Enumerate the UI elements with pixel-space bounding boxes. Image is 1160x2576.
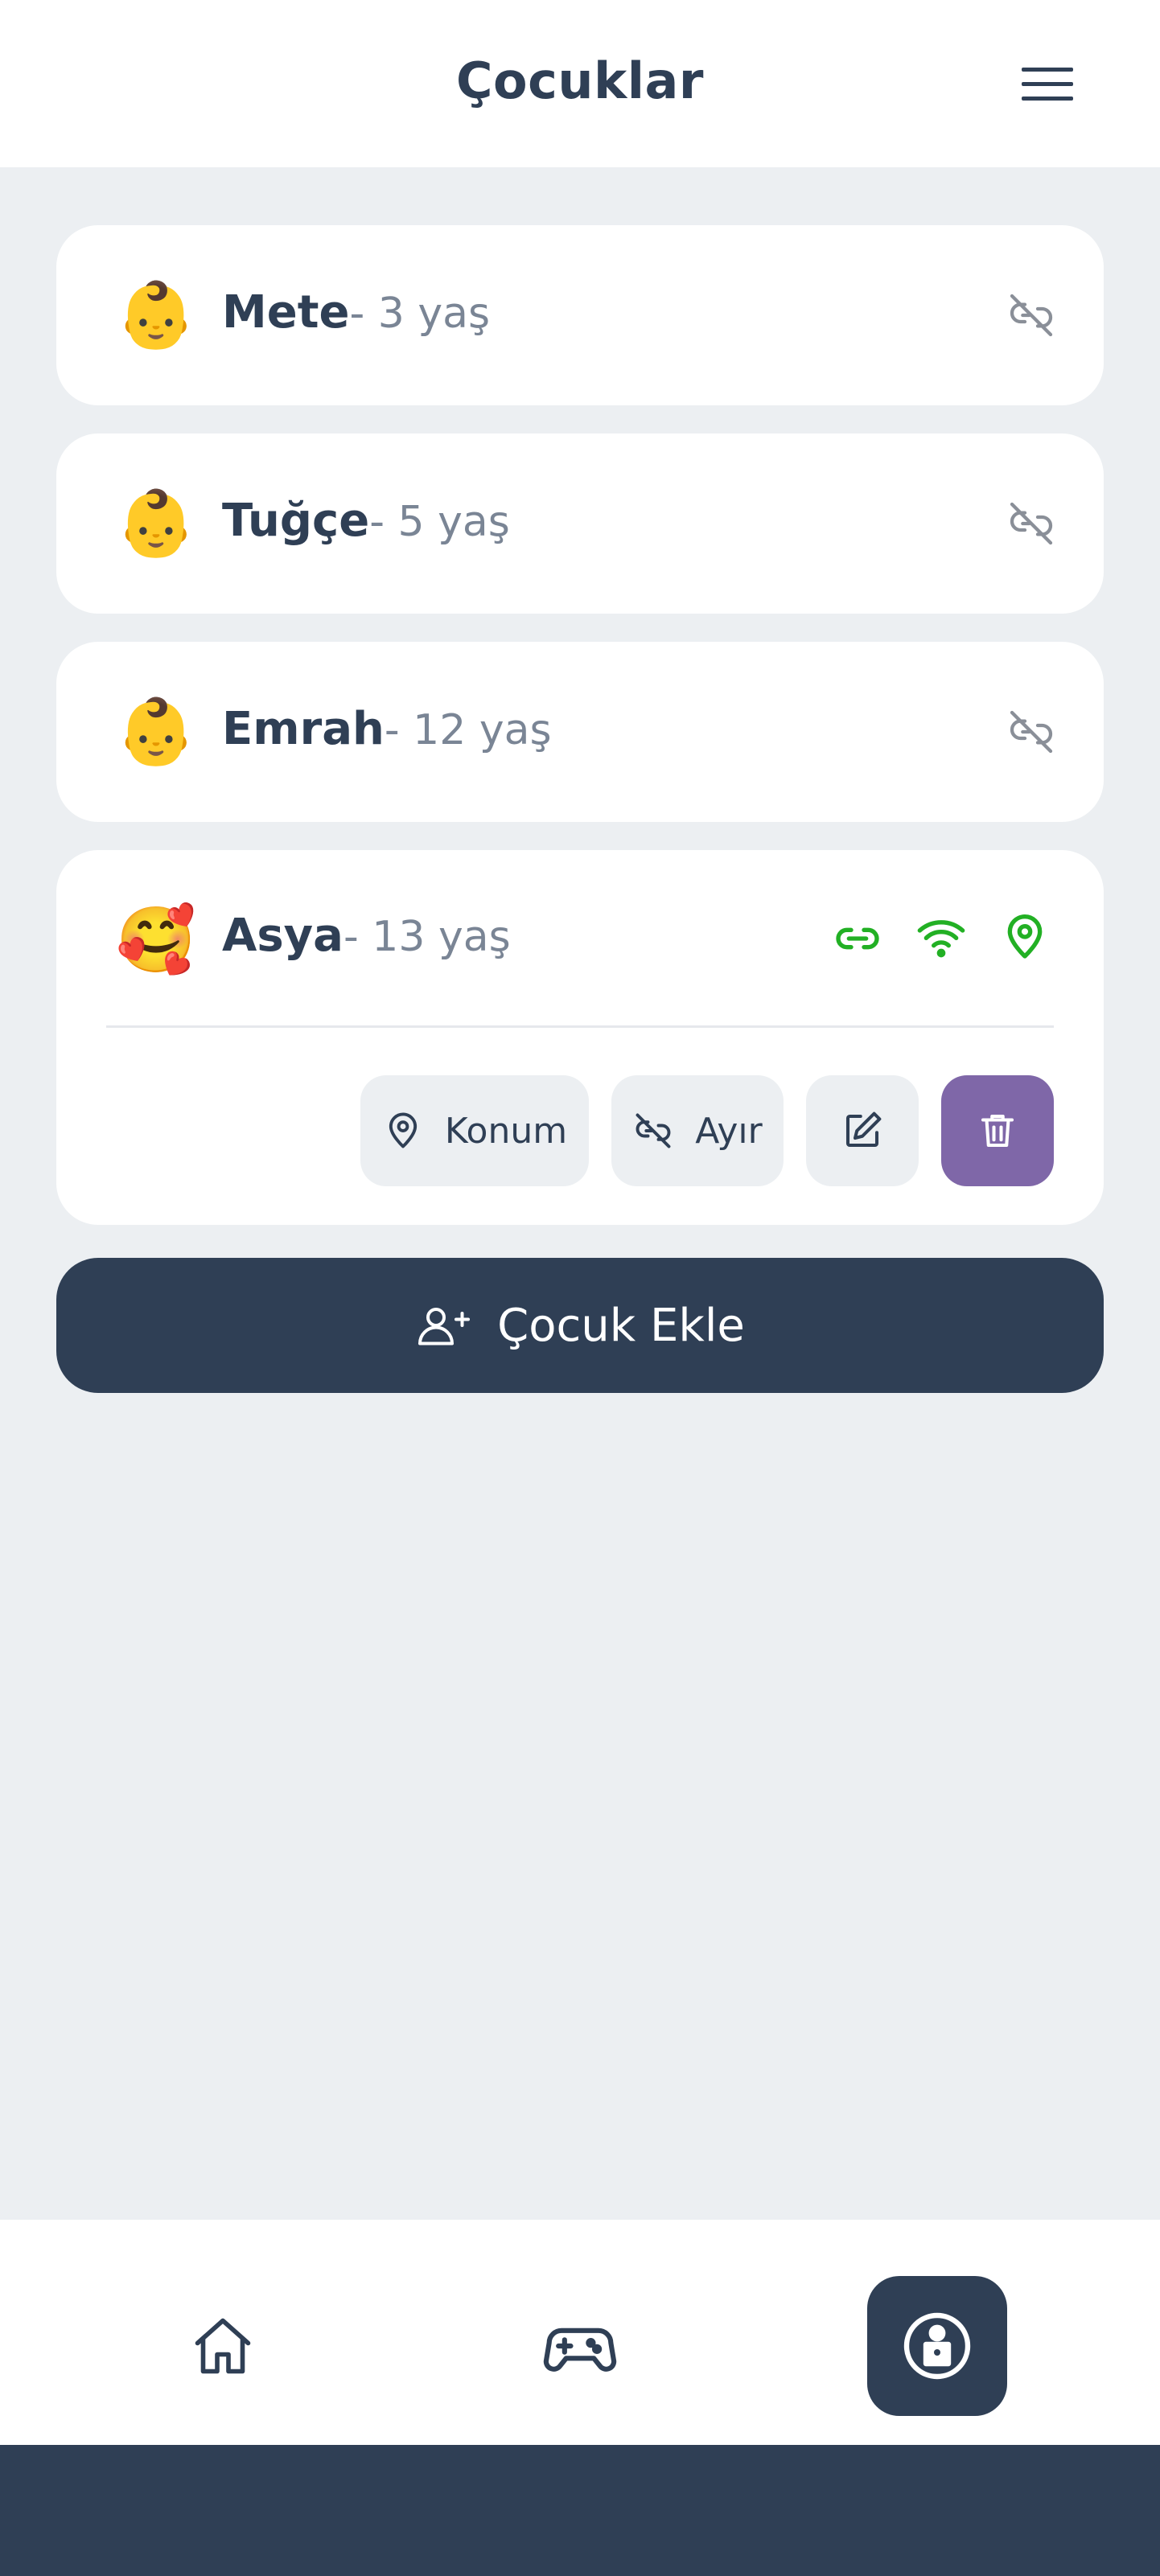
child-card-emrah[interactable]: 👶 Emrah- 12 yaş [56,642,1104,822]
child-profile-icon [903,2312,971,2380]
child-age: - 5 yaş [369,498,510,546]
link-off-icon [636,1113,671,1148]
child-name: Emrah [222,703,385,755]
link-off-icon [1006,706,1057,758]
child-avatar: 🥰 [116,902,196,977]
child-avatar: 👶 [116,277,196,352]
bottom-navigation [0,2220,1160,2445]
link-off-icon [1006,498,1057,549]
child-name-row: Emrah- 12 yaş [222,703,552,755]
child-avatar: 👶 [116,694,196,769]
add-child-button[interactable]: Çocuk Ekle [56,1258,1104,1393]
child-card-asya[interactable]: 🥰 Asya- 13 yaş Konum Ayır [56,850,1104,1225]
child-name: Asya [222,910,343,962]
child-age: - 12 yaş [384,706,552,754]
child-name: Tuğçe [222,495,370,547]
top-bar: Çocuklar [0,0,1160,167]
unlink-button[interactable]: Ayır [611,1075,784,1186]
child-avatar: 👶 [116,486,196,561]
nav-home[interactable] [153,2276,293,2416]
link-icon [832,913,883,964]
link-off-icon [1006,290,1057,341]
location-button[interactable]: Konum [360,1075,589,1186]
system-navigation-bar [0,2445,1160,2576]
nav-games[interactable] [510,2276,650,2416]
page-title: Çocuklar [456,51,704,110]
child-name: Mete [222,286,350,339]
add-child-label: Çocuk Ekle [497,1299,745,1352]
home-icon [195,2318,251,2374]
child-card-tugce[interactable]: 👶 Tuğçe- 5 yaş [56,433,1104,614]
location-pin-icon [389,1112,418,1148]
trash-icon [981,1114,1014,1148]
child-name-row: Tuğçe- 5 yaş [222,495,510,547]
edit-button[interactable] [806,1075,919,1186]
child-age: - 13 yaş [343,913,511,961]
child-card-mete[interactable]: 👶 Mete- 3 yaş [56,225,1104,405]
location-button-label: Konum [444,1110,568,1152]
delete-button[interactable] [941,1075,1054,1186]
edit-icon [845,1111,882,1148]
card-divider [106,1025,1054,1028]
child-name-row: Mete- 3 yaş [222,286,490,339]
hamburger-menu-icon[interactable] [1015,58,1080,109]
unlink-button-label: Ayır [695,1110,763,1152]
add-user-icon [418,1308,471,1346]
child-age: - 3 yaş [349,290,491,338]
gamepad-icon [543,2327,617,2372]
child-name-row: Asya- 13 yaş [222,910,511,962]
location-pin-icon [999,911,1051,963]
wifi-icon [915,911,967,963]
nav-child-profile[interactable] [867,2276,1007,2416]
